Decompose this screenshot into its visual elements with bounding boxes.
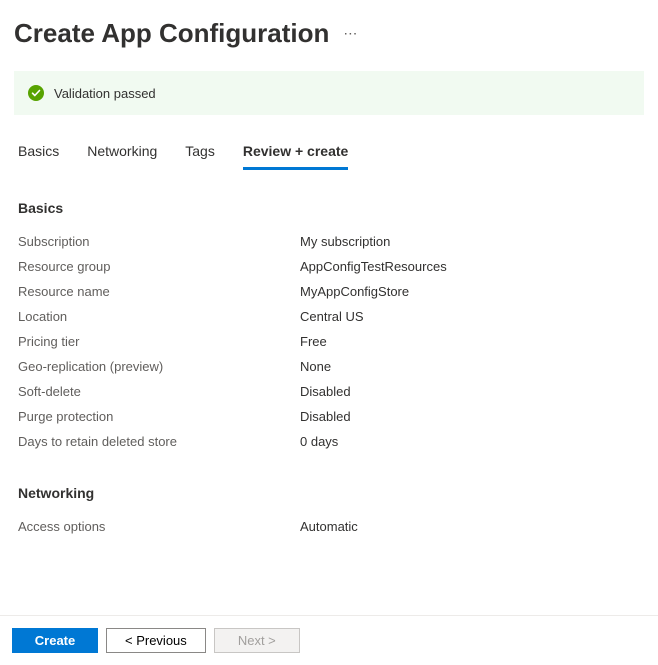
row-geo-replication: Geo-replication (preview) None [18,359,640,374]
row-soft-delete: Soft-delete Disabled [18,384,640,399]
row-retain-days: Days to retain deleted store 0 days [18,434,640,449]
label-pricing-tier: Pricing tier [18,334,300,349]
footer: Create < Previous Next > [0,615,658,665]
value-soft-delete: Disabled [300,384,351,399]
tabs: Basics Networking Tags Review + create [0,115,658,170]
value-pricing-tier: Free [300,334,327,349]
row-resource-name: Resource name MyAppConfigStore [18,284,640,299]
label-soft-delete: Soft-delete [18,384,300,399]
label-retain-days: Days to retain deleted store [18,434,300,449]
section-title-basics: Basics [18,200,640,216]
value-resource-group: AppConfigTestResources [300,259,447,274]
tab-networking[interactable]: Networking [87,143,157,170]
row-subscription: Subscription My subscription [18,234,640,249]
value-subscription: My subscription [300,234,390,249]
label-subscription: Subscription [18,234,300,249]
label-purge-protection: Purge protection [18,409,300,424]
row-location: Location Central US [18,309,640,324]
row-resource-group: Resource group AppConfigTestResources [18,259,640,274]
label-access-options: Access options [18,519,300,534]
check-circle-icon [28,85,44,101]
value-purge-protection: Disabled [300,409,351,424]
value-access-options: Automatic [300,519,358,534]
row-access-options: Access options Automatic [18,519,640,534]
label-location: Location [18,309,300,324]
value-resource-name: MyAppConfigStore [300,284,409,299]
tab-tags[interactable]: Tags [185,143,215,170]
value-location: Central US [300,309,364,324]
more-icon[interactable]: ⋯ [343,25,358,42]
create-button[interactable]: Create [12,628,98,653]
label-geo-replication: Geo-replication (preview) [18,359,300,374]
value-retain-days: 0 days [300,434,338,449]
validation-message: Validation passed [54,86,156,101]
label-resource-name: Resource name [18,284,300,299]
value-geo-replication: None [300,359,331,374]
row-purge-protection: Purge protection Disabled [18,409,640,424]
validation-banner: Validation passed [14,71,644,115]
label-resource-group: Resource group [18,259,300,274]
previous-button[interactable]: < Previous [106,628,206,653]
tab-review-create[interactable]: Review + create [243,143,348,170]
next-button: Next > [214,628,300,653]
tab-basics[interactable]: Basics [18,143,59,170]
page-title: Create App Configuration [14,18,329,49]
section-title-networking: Networking [18,485,640,501]
row-pricing-tier: Pricing tier Free [18,334,640,349]
